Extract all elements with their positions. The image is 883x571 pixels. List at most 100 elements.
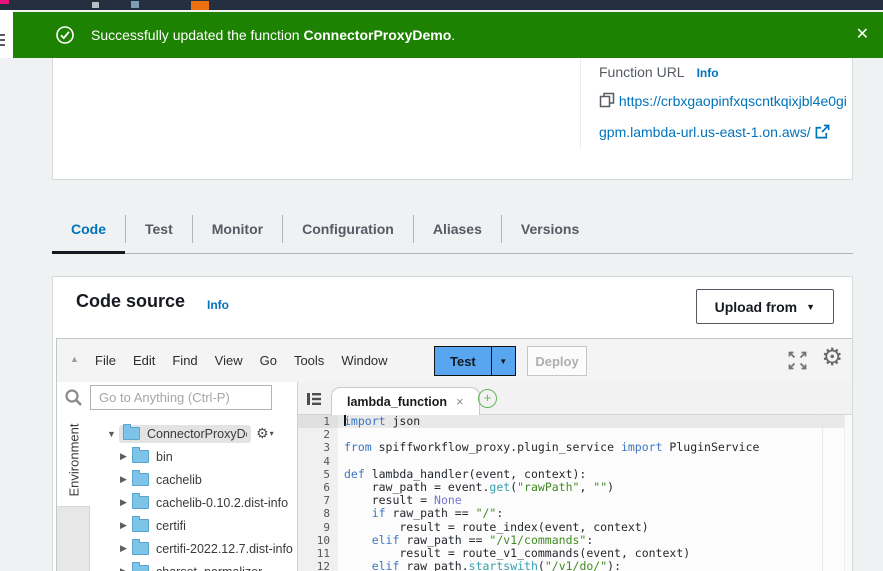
- line-number: 4: [298, 454, 338, 468]
- tree-root-label: ConnectorProxyDemo: [147, 426, 247, 441]
- code-editor-area[interactable]: 1 import json 2 3 from spiffworkflow_proxy.p…: [298, 415, 852, 571]
- column-divider: [580, 58, 581, 148]
- code-panel: lambda_function × + 1 import json 2 3 from s…: [297, 382, 852, 571]
- external-link-icon[interactable]: [815, 124, 830, 139]
- deploy-button[interactable]: Deploy: [527, 346, 587, 376]
- chevron-right-icon[interactable]: ▶: [120, 497, 132, 508]
- code-line: 3 from spiffworkflow_proxy.plugin_service…: [298, 440, 852, 455]
- chevron-down-icon[interactable]: ▼: [107, 429, 119, 439]
- test-dropdown-arrow[interactable]: ▼: [491, 346, 516, 376]
- editor-settings-gear-icon[interactable]: ⚙: [821, 343, 843, 371]
- line-number: 2: [298, 428, 338, 442]
- editor-scrollbar[interactable]: [844, 415, 852, 571]
- code-text: from spiffworkflow_proxy.plugin_service …: [344, 440, 760, 455]
- menu-view[interactable]: View: [215, 353, 243, 368]
- banner-message: Successfully updated the function Connec…: [91, 27, 456, 43]
- tab-test[interactable]: Test: [126, 204, 192, 253]
- chevron-right-icon[interactable]: ▶: [120, 474, 132, 485]
- collapse-panel-icon[interactable]: ▲: [70, 354, 79, 364]
- upload-from-button[interactable]: Upload from ▼: [695, 289, 834, 324]
- function-url-info-link[interactable]: Info: [697, 66, 719, 80]
- function-url-link[interactable]: https://crbxgaopinfxqscntkqixjbl4e0gigpm…: [599, 86, 847, 148]
- line-number: 12: [298, 560, 338, 571]
- tree-item-charset_normalizer[interactable]: ▶ charset_normalizer: [91, 560, 297, 571]
- line-number: 10: [298, 533, 338, 547]
- tree-root-connectorproxydemo[interactable]: ▼ ConnectorProxyDemo ⚙▾: [91, 422, 297, 445]
- menu-find[interactable]: Find: [172, 353, 197, 368]
- test-button[interactable]: Test: [434, 346, 492, 376]
- tree-settings-gear-icon[interactable]: ⚙▾: [256, 426, 274, 442]
- folder-icon: [123, 424, 140, 440]
- editor-left-rail: Environment: [57, 382, 90, 571]
- fullscreen-icon[interactable]: [788, 351, 807, 370]
- menu-go[interactable]: Go: [260, 353, 277, 368]
- nav-logo-fragment-icon: [0, 0, 9, 4]
- menu-file[interactable]: File: [95, 353, 116, 368]
- tree-item-cachelib[interactable]: ▶ cachelib: [91, 468, 297, 491]
- folder-icon: [132, 470, 149, 486]
- line-number: 3: [298, 441, 338, 455]
- folder-icon: [132, 562, 149, 571]
- check-circle-icon: [56, 26, 74, 44]
- folder-icon: [132, 447, 149, 463]
- line-number: 11: [298, 546, 338, 561]
- file-tree-children: ▶ bin ▶ cachelib ▶ cachelib-0.10.2.dist-info ▶…: [91, 445, 297, 571]
- code-text: elif raw_path.startswith("/v1/do/"):: [371, 559, 622, 571]
- tab-close-icon[interactable]: ×: [456, 394, 464, 409]
- tab-label: lambda_function: [347, 394, 448, 409]
- go-to-anything-input[interactable]: [90, 385, 272, 410]
- tree-item-bin[interactable]: ▶ bin: [91, 445, 297, 468]
- line-number: 7: [298, 494, 338, 508]
- tab-aliases[interactable]: Aliases: [414, 204, 501, 253]
- test-split-button[interactable]: Test ▼: [434, 346, 516, 376]
- nav-orange-icon: [191, 1, 209, 10]
- function-url-text[interactable]: https://crbxgaopinfxqscntkqixjbl4e0gigpm…: [599, 93, 847, 140]
- editor-tabbar: lambda_function × +: [298, 382, 852, 415]
- menu-window[interactable]: Window: [341, 353, 387, 368]
- tab-code[interactable]: Code: [52, 204, 125, 254]
- new-tab-plus-icon[interactable]: +: [478, 389, 497, 408]
- tree-item-label: cachelib: [156, 472, 202, 487]
- code-source-card: Code source Info Upload from ▼ ▲ File Edit…: [52, 276, 853, 571]
- search-icon[interactable]: [64, 388, 83, 407]
- tab-list-icon[interactable]: [306, 391, 322, 407]
- code-source-info-link[interactable]: Info: [207, 298, 229, 312]
- print-margin-line: [822, 415, 823, 571]
- tree-item-label: charset_normalizer: [156, 565, 262, 571]
- aws-top-nav: [0, 0, 883, 10]
- function-url-label: Function URL: [599, 64, 685, 80]
- close-icon[interactable]: ✕: [856, 27, 869, 43]
- nav-icon: [92, 2, 99, 8]
- tree-item-certifi-2022.12.7.dist-info[interactable]: ▶ certifi-2022.12.7.dist-info: [91, 537, 297, 560]
- tree-item-cachelib-0.10.2.dist-info[interactable]: ▶ cachelib-0.10.2.dist-info: [91, 491, 297, 514]
- line-number: 8: [298, 507, 338, 521]
- file-tree: ▼ ConnectorProxyDemo ⚙▾ ▶ bin ▶ cachelib ▶ ca…: [91, 422, 297, 571]
- side-tab-rail: [57, 506, 90, 571]
- banner-function-name: ConnectorProxyDemo: [303, 27, 452, 43]
- chevron-right-icon[interactable]: ▶: [120, 566, 132, 571]
- tree-item-label: cachelib-0.10.2.dist-info: [156, 495, 289, 510]
- chevron-right-icon[interactable]: ▶: [120, 520, 132, 531]
- menu-edit[interactable]: Edit: [133, 353, 155, 368]
- environment-side-tab[interactable]: Environment: [57, 414, 90, 506]
- function-overview-card: Function URL Info https://crbxgaopinfxqsc…: [52, 58, 853, 180]
- code-line: 1 import json: [298, 415, 852, 429]
- menu-tools[interactable]: Tools: [294, 353, 324, 368]
- folder-icon: [132, 493, 149, 509]
- tab-versions[interactable]: Versions: [502, 204, 598, 253]
- tree-item-certifi[interactable]: ▶ certifi: [91, 514, 297, 537]
- line-number: 6: [298, 480, 338, 495]
- success-banner: Successfully updated the function Connec…: [13, 12, 883, 58]
- line-number: 9: [298, 520, 338, 534]
- editor-menus: File Edit Find View Go Tools Window: [95, 339, 388, 381]
- chevron-right-icon[interactable]: ▶: [120, 451, 132, 462]
- copy-icon[interactable]: [599, 92, 615, 108]
- tab-lambda-function[interactable]: lambda_function ×: [331, 387, 480, 415]
- tab-monitor[interactable]: Monitor: [193, 204, 282, 253]
- nav-icon: [131, 1, 139, 8]
- hamburger-menu-icon[interactable]: [0, 34, 5, 49]
- chevron-right-icon[interactable]: ▶: [120, 543, 132, 554]
- tab-configuration[interactable]: Configuration: [283, 204, 413, 253]
- tree-root-selected-pill: ConnectorProxyDemo: [119, 424, 251, 443]
- function-url-section: Function URL Info https://crbxgaopinfxqsc…: [599, 64, 847, 148]
